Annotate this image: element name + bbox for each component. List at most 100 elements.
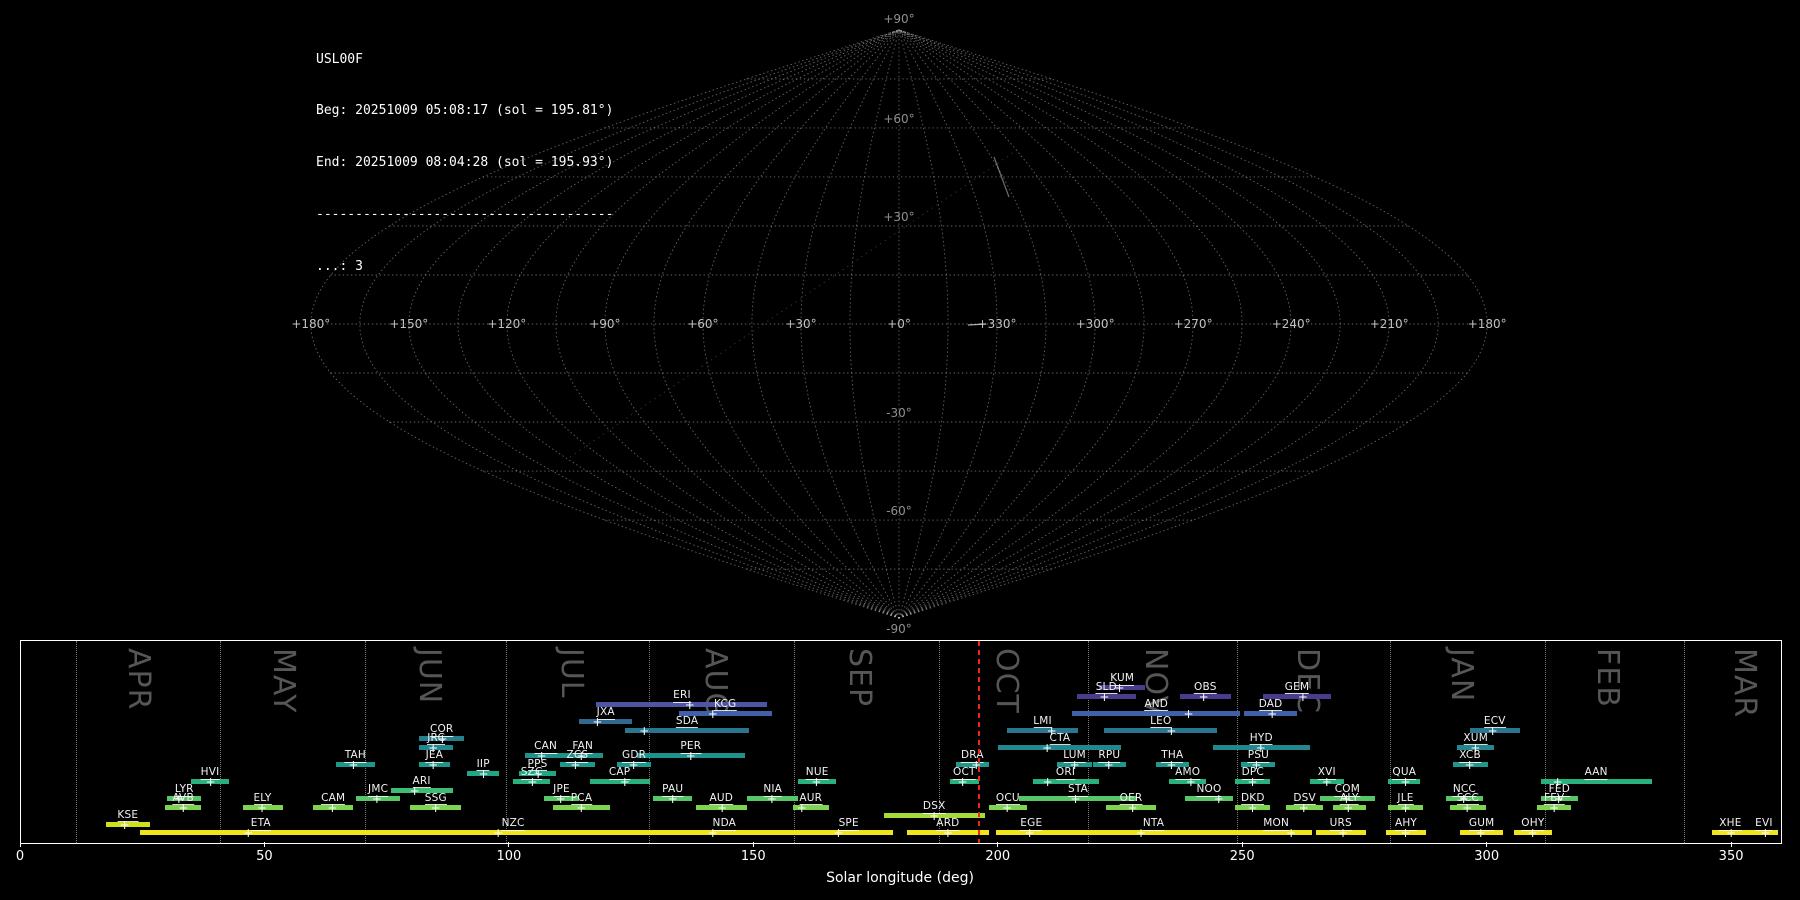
month-gridline (648, 641, 650, 843)
month-gridline (76, 641, 78, 843)
peak-marker: + (1042, 740, 1053, 755)
peak-marker: + (1185, 775, 1196, 790)
month-label: FEB (1590, 648, 1626, 708)
month-gridline (1683, 641, 1685, 843)
peak-marker: + (1103, 758, 1114, 772)
peak-marker: + (1213, 792, 1224, 807)
month-gridline (1088, 641, 1090, 843)
shower-bar (644, 830, 805, 836)
map-lon-label: +240° (1272, 317, 1311, 331)
peak-marker: + (1297, 689, 1308, 704)
peak-marker: + (428, 740, 439, 755)
peak-marker: + (929, 809, 940, 824)
x-tick (752, 842, 754, 847)
peak-marker: + (178, 800, 189, 815)
map-lon-label: +120° (487, 317, 526, 331)
peak-marker: + (1042, 775, 1053, 790)
peak-marker: + (1487, 723, 1498, 738)
month-label: MAY (265, 648, 301, 714)
peak-marker: + (942, 826, 953, 841)
peak-marker: + (707, 706, 718, 721)
month-label: JAN (1443, 648, 1479, 703)
peak-marker: + (833, 826, 844, 841)
shower-bar (139, 830, 382, 836)
shower-bar (596, 702, 768, 708)
map-lat-label: +60° (883, 112, 914, 126)
peak-marker: + (1247, 775, 1258, 790)
month-label: JUL (554, 648, 589, 699)
peak-marker: + (1183, 706, 1194, 721)
x-tick-label: 150 (740, 849, 766, 864)
peak-marker: + (1343, 800, 1354, 815)
peak-marker: + (1475, 826, 1486, 841)
shower-bar (579, 719, 633, 725)
x-tick-label: 50 (256, 849, 273, 864)
peak-marker: + (1251, 758, 1262, 772)
peak-marker: + (639, 723, 650, 738)
peak-marker: + (1527, 826, 1538, 841)
map-meridian (359, 29, 900, 619)
peak-marker: + (1400, 826, 1411, 841)
peak-marker: + (1760, 826, 1771, 841)
month-label: MAR (1727, 648, 1763, 719)
peak-marker: + (1470, 740, 1481, 755)
peak-marker: + (430, 800, 441, 815)
peak-marker: + (1462, 800, 1473, 815)
peak-marker: + (1002, 800, 1013, 815)
peak-marker: + (119, 817, 130, 832)
peak-marker: + (256, 800, 268, 815)
x-tick (997, 842, 999, 847)
peak-marker: + (1135, 826, 1147, 841)
x-tick (263, 842, 265, 847)
peak-marker: + (1726, 826, 1737, 841)
peak-marker: + (592, 715, 603, 730)
peak-marker: + (437, 732, 448, 747)
x-tick-label: 250 (1229, 849, 1255, 864)
x-tick-label: 200 (985, 849, 1011, 864)
peak-marker: + (1552, 775, 1563, 790)
x-tick-label: 0 (15, 849, 25, 864)
peak-marker: + (684, 698, 695, 713)
shower-bar (1066, 830, 1241, 836)
map-lon-label: +60° (687, 317, 718, 331)
peak-marker: + (619, 775, 630, 790)
month-gridline (505, 641, 507, 843)
peak-marker: + (1464, 758, 1475, 772)
peak-marker: + (1267, 706, 1278, 721)
shower-bar (804, 830, 894, 836)
map-lon-label: +180° (291, 317, 330, 331)
peak-marker: + (1549, 800, 1560, 815)
shower-label: ETA (250, 817, 271, 831)
peak-marker: + (327, 800, 338, 815)
peak-marker: + (1070, 792, 1081, 807)
peak-marker: + (717, 800, 728, 815)
peak-marker: + (1166, 758, 1177, 772)
peak-marker: + (428, 758, 439, 772)
x-tick-label: 300 (1474, 849, 1500, 864)
shower-bar (1184, 796, 1234, 802)
peak-marker: + (205, 775, 216, 790)
peak-marker: + (1298, 800, 1309, 815)
peak-marker: + (478, 766, 489, 781)
peak-marker: + (1247, 800, 1258, 815)
meteor-trails (569, 149, 1018, 458)
peak-marker: + (811, 775, 822, 790)
peak-marker: + (1198, 689, 1209, 704)
peak-marker: + (1400, 800, 1411, 815)
month-gridline (1545, 641, 1547, 843)
map-lon-label: +270° (1174, 317, 1213, 331)
peak-marker: + (1114, 681, 1125, 695)
month-gridline (364, 641, 366, 843)
x-tick (1486, 842, 1488, 847)
month-gridline (794, 641, 796, 843)
peak-marker: + (1321, 775, 1332, 790)
x-tick (508, 842, 510, 847)
peak-marker: + (536, 749, 547, 764)
activity-timeline-panel: APR MAY JUN JUL AUG SEP OCT NOV DEC JAN FEB MAR KUM +… (20, 640, 1782, 844)
meteor-trail (569, 149, 1018, 458)
shower-label: NTA (1142, 817, 1165, 831)
peak-marker: + (957, 775, 968, 790)
peak-marker: + (570, 758, 581, 772)
sky-map: +180° +150° +120° +90° +60° +30° +0° +330° +300°… (291, 12, 1506, 636)
x-tick-label: 100 (496, 849, 522, 864)
